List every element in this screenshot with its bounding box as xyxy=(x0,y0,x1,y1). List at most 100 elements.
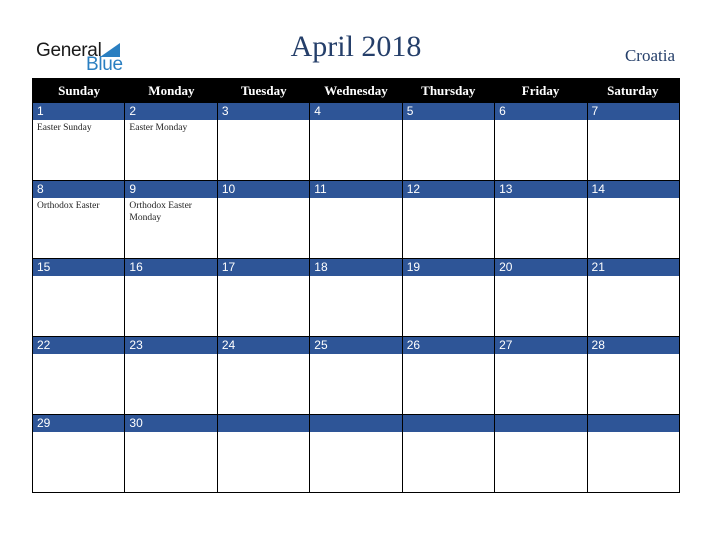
holiday-label xyxy=(125,354,216,356)
day-number: 29 xyxy=(33,415,125,432)
day-number: 20 xyxy=(495,259,587,276)
day-cell[interactable]: 2 Easter Monday xyxy=(124,103,217,180)
day-number xyxy=(402,415,495,432)
day-cell[interactable] xyxy=(401,415,495,492)
day-cell[interactable]: 7 xyxy=(586,103,679,180)
day-number: 19 xyxy=(402,259,495,276)
day-number xyxy=(495,415,587,432)
holiday-label xyxy=(403,276,494,278)
day-number: 11 xyxy=(310,181,402,198)
holiday-label xyxy=(495,198,586,200)
day-number: 26 xyxy=(402,337,495,354)
day-number: 12 xyxy=(402,181,495,198)
day-number: 30 xyxy=(125,415,217,432)
day-cell[interactable]: 11 xyxy=(309,181,402,258)
day-number: 24 xyxy=(217,337,310,354)
day-number: 23 xyxy=(125,337,217,354)
day-cell[interactable]: 29 xyxy=(33,415,125,492)
day-number xyxy=(587,415,679,432)
day-cell[interactable]: 15 xyxy=(33,259,125,336)
holiday-label xyxy=(588,198,679,200)
weekday-monday: Monday xyxy=(148,83,195,98)
holiday-label xyxy=(310,276,401,278)
day-cell[interactable]: 8 Orthodox Easter xyxy=(33,181,125,258)
day-cell[interactable]: 16 xyxy=(124,259,217,336)
day-cell[interactable] xyxy=(494,415,587,492)
day-number: 7 xyxy=(587,103,679,120)
holiday-label xyxy=(310,432,401,434)
day-cell[interactable]: 19 xyxy=(401,259,495,336)
day-cell[interactable]: 9 Orthodox Easter Monday xyxy=(124,181,217,258)
day-cell[interactable]: 25 xyxy=(309,337,402,414)
day-cell[interactable]: 27 xyxy=(494,337,587,414)
day-cell[interactable] xyxy=(586,415,679,492)
day-cell[interactable]: 6 xyxy=(494,103,587,180)
day-cell[interactable]: 1 Easter Sunday xyxy=(33,103,125,180)
holiday-label xyxy=(495,432,586,434)
day-cell[interactable]: 10 xyxy=(216,181,310,258)
day-cell[interactable]: 26 xyxy=(401,337,495,414)
holiday-label xyxy=(495,276,586,278)
day-number: 6 xyxy=(495,103,587,120)
day-number: 1 xyxy=(33,103,125,120)
day-cell[interactable] xyxy=(216,415,310,492)
day-cell[interactable]: 20 xyxy=(494,259,587,336)
day-number: 5 xyxy=(402,103,495,120)
calendar-grid: Sunday Monday Tuesday Wednesday Thursday… xyxy=(32,78,680,493)
day-cell[interactable]: 22 xyxy=(33,337,125,414)
day-number: 4 xyxy=(310,103,402,120)
holiday-label: Easter Sunday xyxy=(37,123,92,133)
holiday-label xyxy=(125,276,216,278)
day-cell[interactable]: 24 xyxy=(216,337,310,414)
day-number: 22 xyxy=(33,337,125,354)
day-number: 2 xyxy=(125,103,217,120)
holiday-label xyxy=(495,120,586,122)
week-row: 1 Easter Sunday 2 Easter Monday 3 4 5 6 7 xyxy=(33,103,679,180)
holiday-label xyxy=(588,276,679,278)
week-row: 15 16 17 18 19 20 21 xyxy=(33,258,679,336)
day-number xyxy=(217,415,310,432)
holiday-label xyxy=(403,432,494,434)
day-cell[interactable]: 12 xyxy=(401,181,495,258)
holiday-label: Orthodox Easter Monday xyxy=(129,201,192,223)
holiday-label xyxy=(33,432,124,434)
holiday-label xyxy=(218,276,309,278)
weekday-tuesday: Tuesday xyxy=(240,83,287,98)
day-number: 21 xyxy=(587,259,679,276)
day-cell[interactable]: 30 xyxy=(124,415,217,492)
day-cell[interactable]: 5 xyxy=(401,103,495,180)
country-label: Croatia xyxy=(624,46,675,65)
day-cell[interactable]: 17 xyxy=(216,259,310,336)
holiday-label xyxy=(218,198,309,200)
holiday-label xyxy=(218,354,309,356)
day-cell[interactable] xyxy=(309,415,402,492)
day-cell[interactable]: 4 xyxy=(309,103,402,180)
day-number: 16 xyxy=(125,259,217,276)
day-cell[interactable]: 3 xyxy=(216,103,310,180)
day-number: 18 xyxy=(310,259,402,276)
day-number: 3 xyxy=(217,103,310,120)
weeks-container: 1 Easter Sunday 2 Easter Monday 3 4 5 6 7 8 Orthod… xyxy=(33,103,679,492)
day-cell[interactable]: 14 xyxy=(586,181,679,258)
holiday-label xyxy=(310,120,401,122)
holiday-label xyxy=(495,354,586,356)
day-cell[interactable]: 21 xyxy=(586,259,679,336)
holiday-label xyxy=(310,198,401,200)
day-cell[interactable]: 18 xyxy=(309,259,402,336)
week-row: 22 23 24 25 26 27 28 xyxy=(33,336,679,414)
holiday-label xyxy=(403,198,494,200)
day-number: 13 xyxy=(495,181,587,198)
day-number: 25 xyxy=(310,337,402,354)
day-number: 17 xyxy=(217,259,310,276)
holiday-label xyxy=(33,354,124,356)
day-number: 28 xyxy=(587,337,679,354)
week-row: 8 Orthodox Easter 9 Orthodox Easter Monday 1… xyxy=(33,180,679,258)
holiday-label xyxy=(403,120,494,122)
holiday-label xyxy=(403,354,494,356)
day-cell[interactable]: 28 xyxy=(586,337,679,414)
weekday-friday: Friday xyxy=(521,83,560,98)
day-number: 15 xyxy=(33,259,125,276)
day-cell[interactable]: 23 xyxy=(124,337,217,414)
day-cell[interactable]: 13 xyxy=(494,181,587,258)
holiday-label: Orthodox Easter xyxy=(37,201,100,211)
